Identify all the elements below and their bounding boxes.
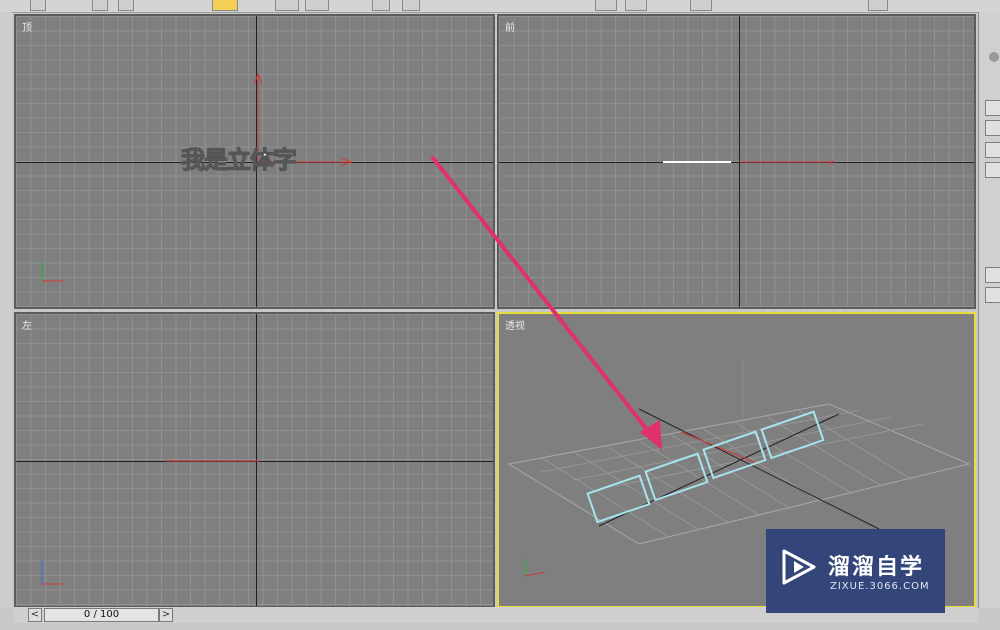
time-slider[interactable]: 0 / 100: [44, 608, 159, 622]
toolbar-button[interactable]: [275, 0, 299, 11]
toolbar-button[interactable]: [595, 0, 617, 11]
toolbar-button[interactable]: [30, 0, 46, 11]
panel-button[interactable]: [985, 162, 1000, 178]
panel-button[interactable]: [985, 287, 1000, 303]
panel-button[interactable]: [985, 100, 1000, 116]
play-logo-icon: [782, 549, 816, 585]
watermark: 溜溜自学 ZIXUE.3066.COM: [766, 529, 945, 613]
toolbar-button[interactable]: [690, 0, 712, 11]
svg-text:x: x: [829, 158, 834, 167]
transform-gizmo: [41, 460, 260, 585]
viewport-top[interactable]: 顶 我是立体字: [14, 14, 495, 309]
next-frame-button[interactable]: >: [159, 608, 173, 622]
prev-frame-button[interactable]: <: [28, 608, 42, 622]
toolbar-button[interactable]: [118, 0, 134, 11]
viewport-front[interactable]: 前 x: [497, 14, 976, 309]
toolbar-button[interactable]: [625, 0, 647, 11]
watermark-subtitle: ZIXUE.3066.COM: [830, 581, 930, 592]
sphere-icon[interactable]: [989, 52, 999, 62]
toolbar-button[interactable]: [92, 0, 108, 11]
viewport-left[interactable]: 左: [14, 312, 495, 608]
toolbar-button[interactable]: [868, 0, 888, 11]
command-panel: [978, 12, 1000, 608]
toolbar-button[interactable]: [372, 0, 390, 11]
text-object[interactable]: 我是立体字: [181, 140, 298, 175]
watermark-title: 溜溜自学: [828, 555, 925, 580]
panel-button[interactable]: [985, 267, 1000, 283]
toolbar-button[interactable]: [305, 0, 329, 11]
select-tool-button[interactable]: [212, 0, 238, 11]
text-object-front: x: [663, 158, 834, 167]
panel-button[interactable]: [985, 142, 1000, 158]
left-tool-strip: [0, 12, 12, 608]
panel-button[interactable]: [985, 120, 1000, 136]
main-toolbar: [0, 0, 1000, 13]
toolbar-button[interactable]: [402, 0, 420, 11]
